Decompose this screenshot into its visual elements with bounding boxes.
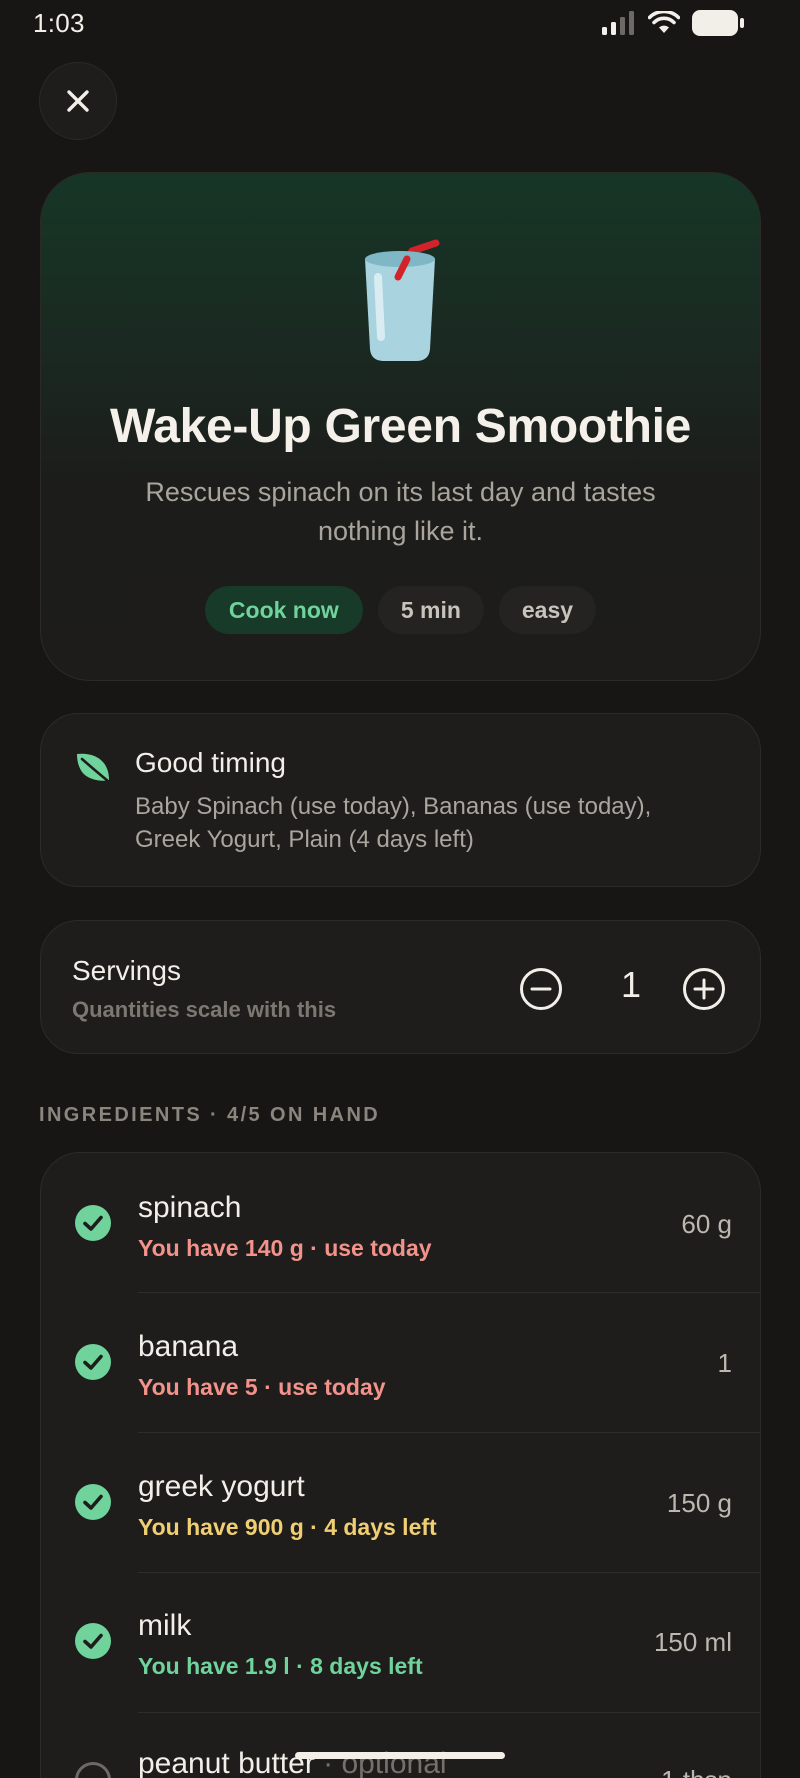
ingredient-quantity: 60 g — [681, 1209, 732, 1239]
time-pill: 5 min — [377, 586, 484, 634]
ingredient-row[interactable]: banana You have 5 · use today 1 — [41, 1293, 760, 1433]
wifi-icon — [648, 11, 680, 33]
recipe-meta-pills: Cook now 5 min easy — [41, 586, 760, 634]
ingredient-status: You have 900 g · 4 days left — [138, 1514, 437, 1540]
ingredient-row[interactable]: peanut butter · optional 1 tbsp — [41, 1713, 760, 1778]
close-icon — [67, 90, 89, 112]
ingredient-status: You have 140 g · use today — [138, 1235, 432, 1261]
check-circle-icon — [75, 1484, 111, 1520]
ingredient-quantity: 150 ml — [653, 1627, 732, 1657]
battery-icon — [692, 10, 744, 36]
timing-body: Baby Spinach (use today), Bananas (use t… — [135, 793, 652, 853]
ingredient-quantity: 1 tbsp — [661, 1765, 732, 1778]
check-circle-icon — [75, 1205, 111, 1241]
check-circle-icon — [75, 1623, 111, 1659]
recipe-hero-card: Wake-Up Green Smoothie Rescues spinach o… — [40, 172, 761, 681]
ingredient-name-text: spinach — [138, 1191, 242, 1224]
ingredient-name: spinach — [138, 1191, 241, 1225]
decrease-servings-button[interactable] — [519, 967, 563, 1011]
ingredient-status: You have 1.9 l · 8 days left — [138, 1653, 423, 1679]
servings-count: 1 — [620, 964, 642, 1005]
increase-servings-button[interactable] — [682, 967, 726, 1011]
ingredients-header: INGREDIENTS · 4/5 ON HAND — [39, 1104, 381, 1126]
close-button[interactable] — [39, 62, 117, 140]
leaf-icon — [77, 753, 110, 783]
ingredient-name: banana — [138, 1330, 238, 1364]
ingredient-quantity: 1 — [717, 1348, 732, 1378]
ingredient-name-text: banana — [138, 1330, 239, 1363]
ingredient-name: greek yogurt — [138, 1470, 305, 1504]
ingredient-quantity: 150 g — [666, 1488, 732, 1518]
status-time: 1:03 — [33, 8, 85, 38]
status-bar: 1:03 — [0, 0, 800, 46]
ingredient-row[interactable]: greek yogurt You have 900 g · 4 days lef… — [41, 1433, 760, 1573]
empty-circle-icon — [75, 1762, 111, 1778]
hero-glass-area — [41, 237, 760, 367]
ingredient-status: You have 5 · use today — [138, 1374, 386, 1400]
status-icons — [602, 10, 744, 36]
servings-title: Servings — [72, 955, 181, 986]
ingredient-name-text: milk — [138, 1609, 192, 1642]
ingredients-list: spinach You have 140 g · use today 60 g … — [40, 1152, 761, 1778]
recipe-detail-screen: 1:03 Wake-Up Green Smoothie Rescues spin… — [0, 0, 800, 1778]
servings-subtitle: Quantities scale with this — [72, 997, 337, 1022]
recipe-subtitle: Rescues spinach on its last day and tast… — [145, 477, 656, 546]
ingredient-name-text: greek yogurt — [138, 1470, 305, 1503]
ingredient-name-text: peanut butter — [138, 1747, 315, 1778]
timing-title: Good timing — [135, 747, 286, 778]
difficulty-pill: easy — [498, 586, 597, 634]
cook-now-button[interactable]: Cook now — [204, 586, 363, 634]
ingredient-row[interactable]: milk You have 1.9 l · 8 days left 150 ml — [41, 1573, 760, 1713]
smoothie-glass-icon — [364, 239, 439, 361]
ingredient-row[interactable]: spinach You have 140 g · use today 60 g — [41, 1153, 760, 1293]
good-timing-card: Good timing Baby Spinach (use today), Ba… — [40, 713, 761, 887]
home-indicator[interactable] — [295, 1752, 505, 1759]
check-circle-icon — [75, 1344, 111, 1380]
ingredient-name: milk — [138, 1609, 191, 1643]
cellular-signal-icon — [602, 11, 634, 35]
servings-card: Servings Quantities scale with this 1 — [40, 920, 761, 1054]
recipe-title: Wake-Up Green Smoothie — [109, 400, 692, 453]
